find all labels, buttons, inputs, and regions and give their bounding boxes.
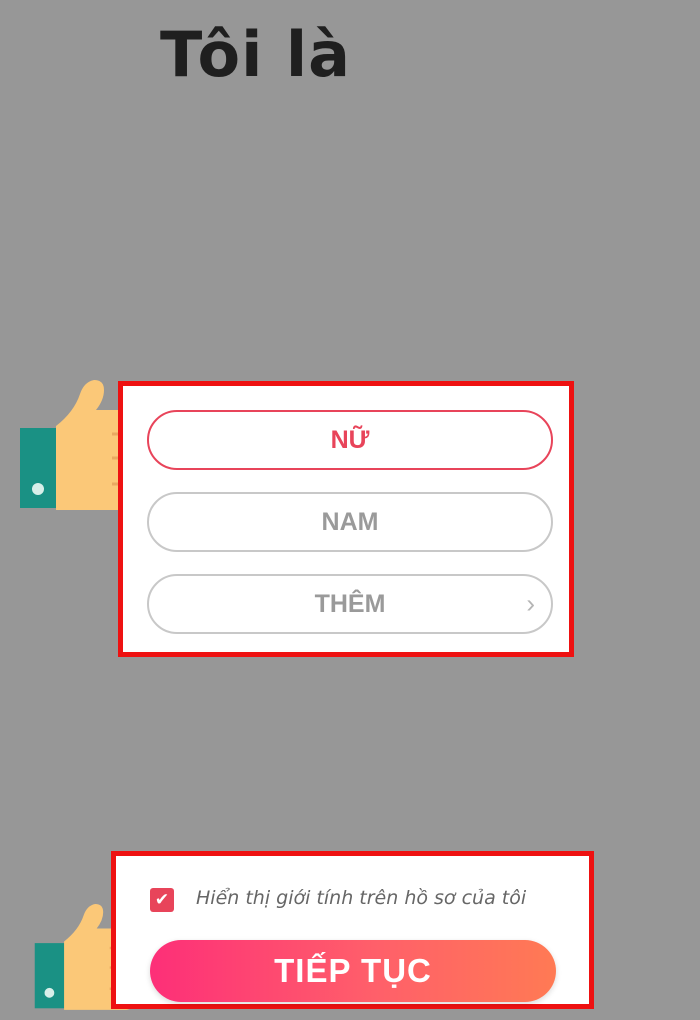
show-gender-checkbox[interactable]: ✔ — [150, 888, 174, 912]
chevron-right-icon: › — [526, 588, 535, 619]
gender-option-label: THÊM — [314, 589, 386, 618]
gender-option-male[interactable]: NAM — [147, 492, 553, 552]
show-gender-label: Hiển thị giới tính trên hồ sơ của tôi — [196, 887, 527, 909]
gender-option-label: NỮ — [330, 425, 370, 454]
checkmark-icon: ✔ — [154, 890, 170, 910]
continue-button-label: TIẾP TỤC — [274, 952, 432, 989]
gender-option-label: NAM — [321, 507, 379, 536]
gender-option-female[interactable]: NỮ — [147, 410, 553, 470]
gender-options-panel: NỮ NAM THÊM › — [118, 381, 574, 657]
page-title: Tôi là — [160, 18, 352, 91]
continue-button[interactable]: TIẾP TỤC — [150, 940, 556, 1002]
gender-option-more[interactable]: THÊM › — [147, 574, 553, 634]
continue-panel: ✔ Hiển thị giới tính trên hồ sơ của tôi … — [111, 851, 594, 1009]
